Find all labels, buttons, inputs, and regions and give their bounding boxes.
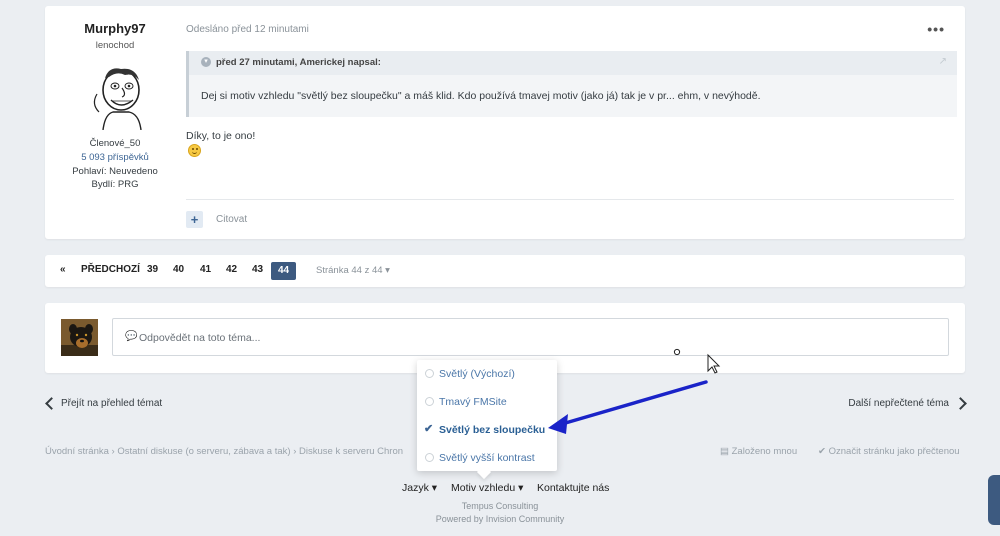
footer-company: Tempus Consulting [461, 501, 539, 511]
theme-option-label: Světlý bez sloupečku [439, 424, 546, 436]
theme-option-label: Světlý vyšší kontrast [439, 452, 535, 464]
author-post-count[interactable]: 5 093 příspěvků [45, 152, 185, 163]
theme-option-dark-fmsite[interactable]: Tmavý FMSite [417, 391, 557, 413]
table-icon: ▤ [720, 446, 729, 457]
chevron-left-icon[interactable] [45, 397, 58, 410]
reply-placeholder: Odpovědět na toto téma... [139, 332, 261, 344]
theme-option-light-default[interactable]: Světlý (Výchozí) [417, 363, 557, 385]
collapse-quote-icon[interactable]: ▾ [201, 57, 211, 67]
check-icon: ✔ [818, 446, 826, 457]
post-text: Díky, to je ono! [186, 130, 256, 142]
more-options-icon[interactable]: ••• [927, 21, 945, 37]
theme-menu: Světlý (Výchozí) Tmavý FMSite ✔ Světlý b… [417, 360, 557, 471]
language-menu[interactable]: Jazyk ▾ [402, 482, 437, 494]
post-timestamp[interactable]: Odesláno před 12 minutami [186, 24, 309, 35]
side-tab-button[interactable] [988, 475, 1000, 525]
breadcrumb-forum[interactable]: Ostatní diskuse (o serveru, zábava a tak… [117, 446, 290, 457]
breadcrumb-subforum[interactable]: Diskuse k serveru Chron [299, 446, 403, 457]
contact-link[interactable]: Kontaktujte nás [537, 482, 609, 494]
page-jump-dropdown[interactable]: Stránka 44 z 44 ▾ [316, 265, 390, 276]
footer-powered-by[interactable]: Powered by Invision Community [0, 514, 1000, 524]
page-41[interactable]: 41 [200, 264, 211, 275]
quote-block: ▾ před 27 minutami, Americkej napsal: ↗ … [186, 51, 957, 117]
author-gender: Pohlaví: Neuvedeno [72, 166, 158, 177]
comment-bubble-icon: 💬 [125, 331, 138, 342]
page-43[interactable]: 43 [252, 264, 263, 275]
started-by-me-label: Založeno mnou [731, 446, 798, 457]
theme-option-label: Světlý (Výchozí) [439, 368, 515, 380]
quote-text: Dej si motiv vzhledu "světlý bez sloupeč… [201, 90, 761, 102]
share-quote-icon[interactable]: ↗ [939, 56, 947, 67]
author-rank: lenochod [95, 40, 135, 51]
mark-read-link[interactable]: ✔ Označit stránku jako přečtenou [818, 446, 960, 457]
pagination: « PŘEDCHOZÍ 39 40 41 42 43 44 Stránka 44… [45, 255, 965, 287]
page-42[interactable]: 42 [226, 264, 237, 275]
theme-option-label: Tmavý FMSite [439, 396, 507, 408]
user-avatar [61, 319, 98, 356]
radio-icon [425, 397, 434, 406]
radio-icon [425, 369, 434, 378]
quote-citation: před 27 minutami, Americkej napsal: [216, 57, 381, 68]
chevron-right-icon[interactable] [954, 397, 967, 410]
page-40[interactable]: 40 [173, 264, 184, 275]
post-card: Murphy97 lenochod Členové_50 5 093 přísp… [45, 6, 965, 239]
author-name[interactable]: Murphy97 [45, 21, 185, 36]
started-by-me-link[interactable]: ▤ Založeno mnou [720, 446, 797, 457]
author-location: Bydlí: PRG [91, 179, 139, 190]
breadcrumb-home[interactable]: Úvodní stránka [45, 446, 109, 457]
reply-input[interactable]: 💬 Odpovědět na toto téma... [112, 318, 949, 356]
quote-header[interactable]: ▾ před 27 minutami, Americkej napsal: ↗ [189, 51, 957, 75]
multiquote-plus-icon[interactable]: + [186, 211, 203, 228]
first-page-button[interactable]: « [60, 264, 66, 275]
radio-icon [425, 453, 434, 462]
theme-option-high-contrast[interactable]: Světlý vyšší kontrast [417, 447, 557, 469]
author-avatar[interactable] [87, 64, 151, 131]
author-group: Členové_50 [89, 138, 141, 149]
annotation-arrow-icon [560, 380, 708, 426]
previous-page-button[interactable]: PŘEDCHOZÍ [81, 264, 140, 275]
back-to-topics-link[interactable]: Přejít na přehled témat [61, 398, 162, 409]
theme-option-light-no-sidebar[interactable]: ✔ Světlý bez sloupečku [417, 419, 557, 441]
smiley-emoji-icon [188, 144, 201, 157]
breadcrumb: Úvodní stránka › Ostatní diskuse (o serv… [45, 446, 403, 457]
current-page[interactable]: 44 [271, 262, 296, 280]
mark-read-label: Označit stránku jako přečtenou [828, 446, 960, 457]
page-39[interactable]: 39 [147, 264, 158, 275]
divider [186, 199, 954, 200]
next-unread-link[interactable]: Další nepřečtené téma [848, 398, 949, 409]
quote-button[interactable]: Citovat [216, 214, 247, 225]
theme-menu-toggle[interactable]: Motiv vzhledu ▾ [451, 482, 523, 494]
checkmark-icon: ✔ [424, 423, 434, 435]
